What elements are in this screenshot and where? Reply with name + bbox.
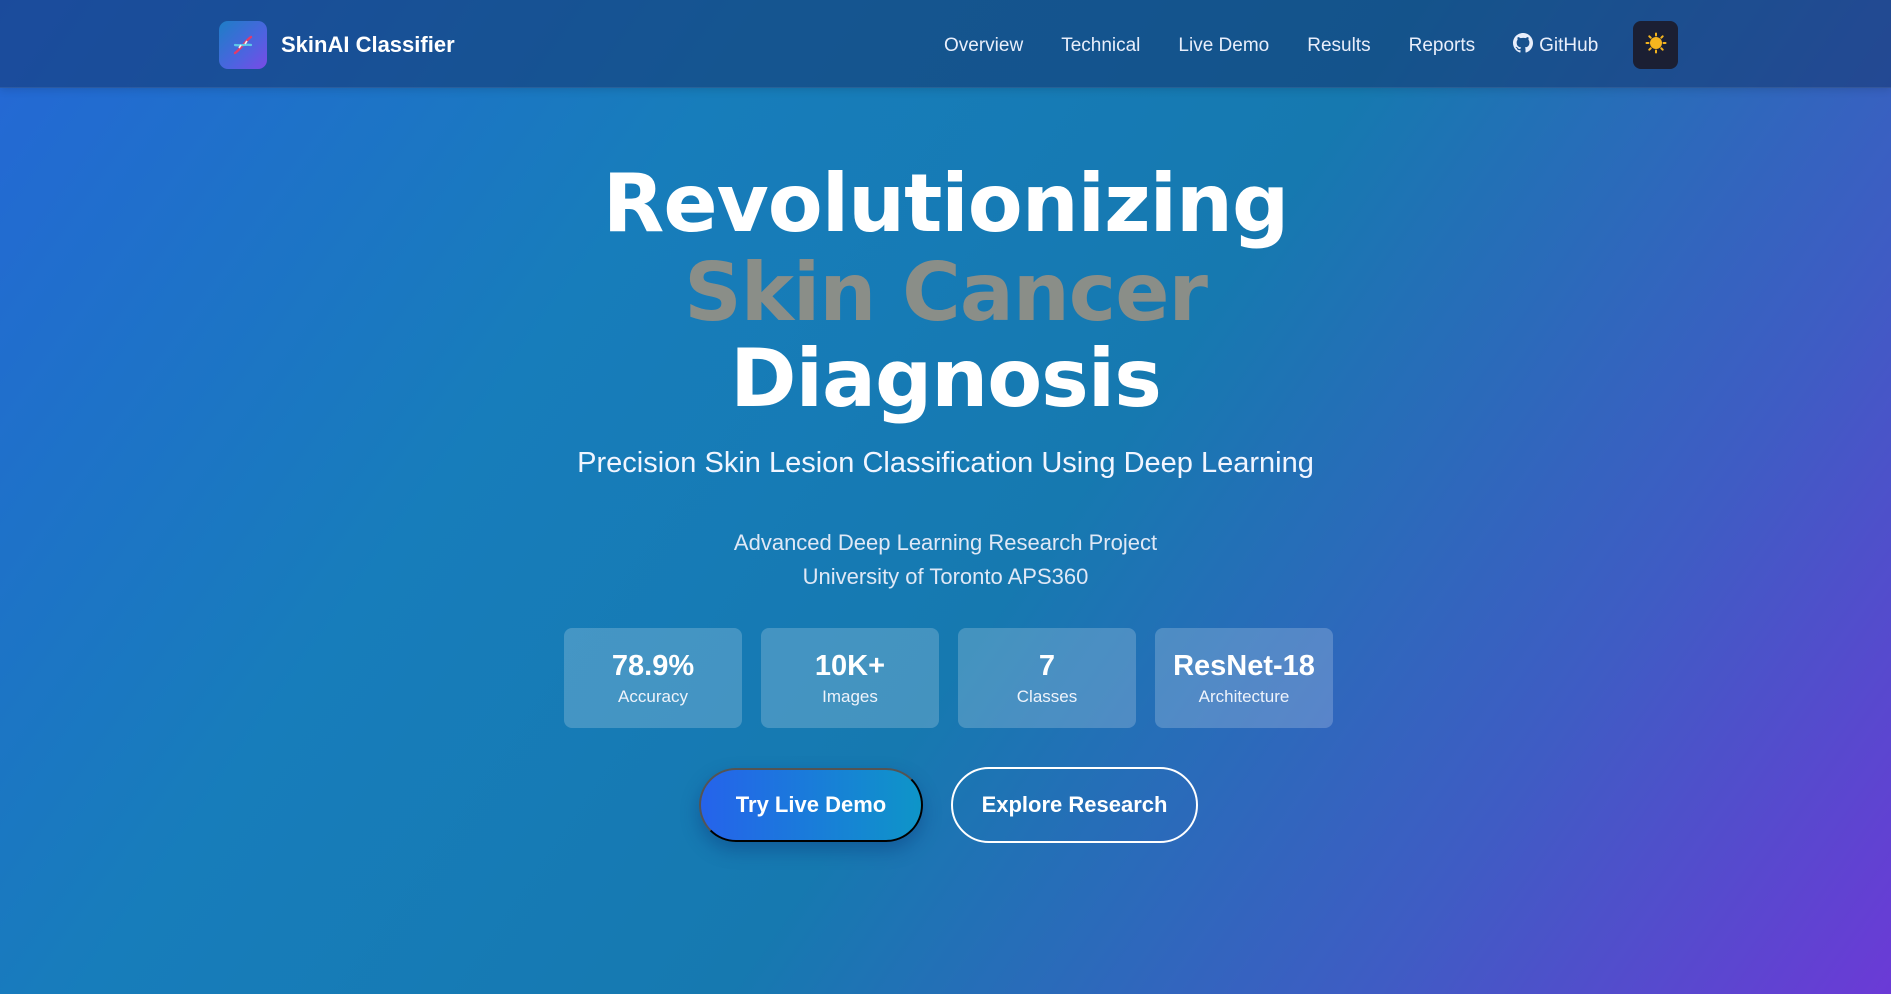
hero-subtitle: Precision Skin Lesion Classification Usi…	[577, 447, 1314, 479]
nav-link-github-label: GitHub	[1539, 35, 1599, 56]
stats-row: 78.9% Accuracy 10K+ Images 7 Classes Res…	[564, 628, 1333, 728]
nav-links: Overview Technical Live Demo Results Rep…	[944, 29, 1598, 63]
stat-label: Accuracy	[618, 687, 688, 706]
project-line-1: Advanced Deep Learning Research Project	[733, 530, 1158, 555]
nav-link-live-demo[interactable]: Live Demo	[1178, 35, 1269, 57]
stat-value: 7	[1038, 650, 1056, 682]
hero-title-highlight: Skin Cancer	[684, 246, 1208, 339]
theme-toggle-button[interactable]	[1633, 21, 1678, 69]
stat-label: Classes	[1016, 687, 1078, 706]
nav-link-overview[interactable]: Overview	[944, 35, 1023, 57]
brand-name: SkinAI Classifier	[281, 32, 455, 57]
stat-label: Images	[822, 687, 878, 706]
hero-title-line-1: Revolutionizing	[602, 157, 1290, 250]
github-icon	[1513, 33, 1534, 59]
nav-link-technical[interactable]: Technical	[1061, 35, 1140, 57]
explore-research-button[interactable]: Explore Research	[951, 767, 1198, 843]
stat-card-accuracy: 78.9% Accuracy	[564, 628, 742, 728]
nav-link-reports[interactable]: Reports	[1409, 35, 1476, 57]
stat-card-architecture: ResNet-18 Architecture	[1155, 628, 1333, 728]
nav-link-github[interactable]: GitHub	[1513, 33, 1598, 59]
stat-label: Architecture	[1198, 687, 1290, 706]
dna-icon	[219, 21, 267, 69]
hero-title-line-3: Diagnosis	[730, 332, 1162, 425]
brand-link[interactable]: SkinAI Classifier	[219, 21, 455, 69]
stat-value: 78.9%	[611, 650, 695, 682]
project-info: Advanced Deep Learning Research Project …	[0, 526, 1891, 594]
navbar: SkinAI Classifier Overview Technical Liv…	[0, 0, 1891, 88]
stat-value: ResNet-18	[1173, 650, 1315, 682]
sun-icon	[1645, 32, 1667, 59]
stat-card-images: 10K+ Images	[761, 628, 939, 728]
project-line-2: University of Toronto APS360	[802, 564, 1089, 589]
nav-link-results[interactable]: Results	[1307, 35, 1370, 57]
try-live-demo-button[interactable]: Try Live Demo	[699, 768, 923, 842]
stat-value: 10K+	[814, 650, 886, 682]
stat-card-classes: 7 Classes	[958, 628, 1136, 728]
